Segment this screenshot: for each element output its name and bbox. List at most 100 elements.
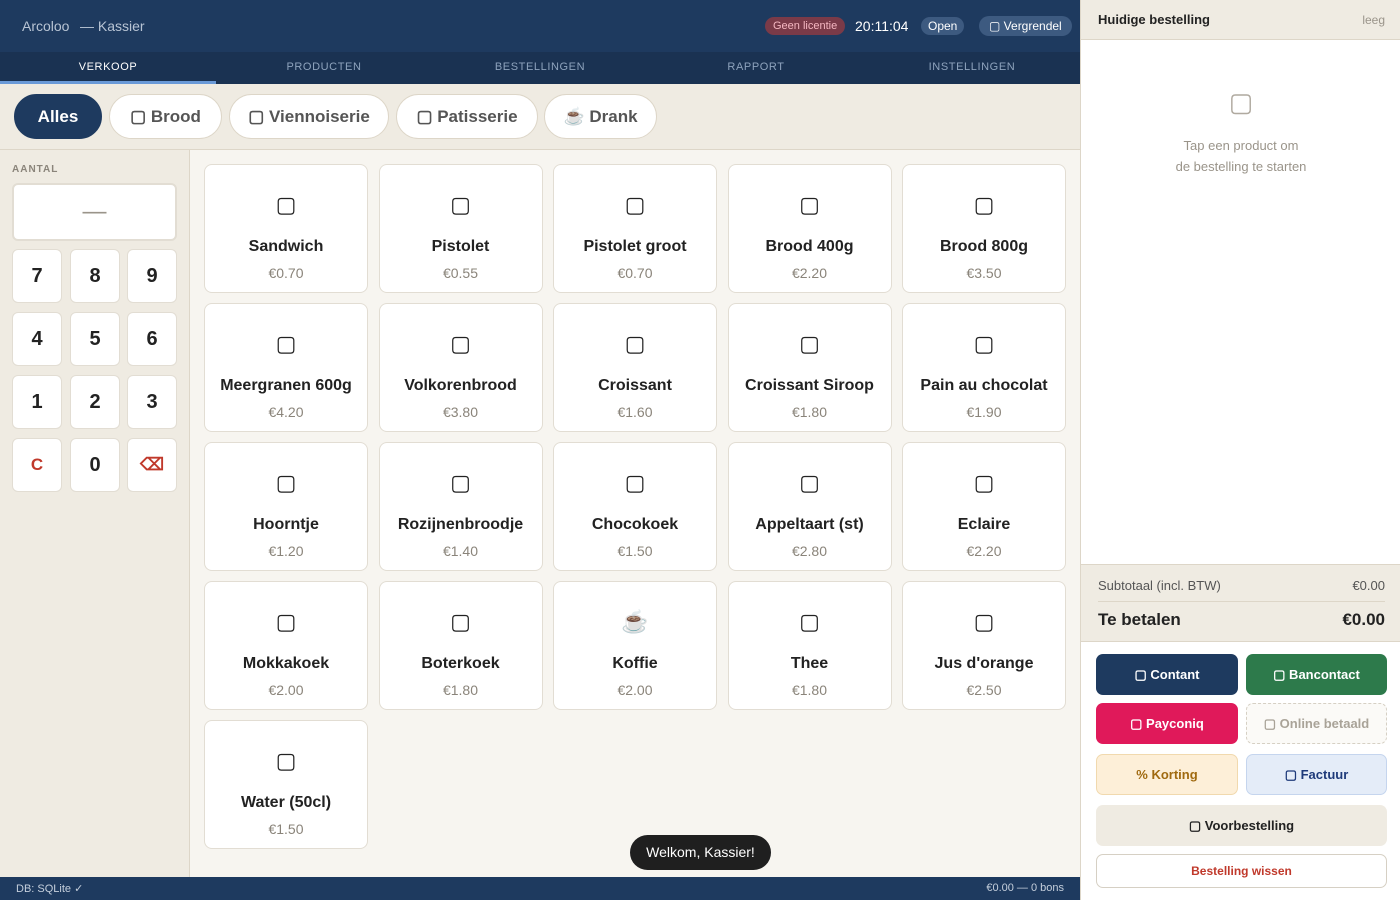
key-8[interactable]: 8 <box>70 249 120 303</box>
product-price: €2.20 <box>791 265 828 281</box>
product-price: €1.80 <box>791 404 828 420</box>
product-name: Water (50cl) <box>240 794 332 811</box>
product-icon: ▢ <box>624 470 646 495</box>
subtotal-label: Subtotaal (incl. BTW) <box>1098 578 1221 593</box>
product-card[interactable]: ▢ Appeltaart (st) €2.80 <box>727 442 892 571</box>
product-card[interactable]: ▢ Croissant €1.60 <box>553 303 717 432</box>
tab-producten[interactable]: PRODUCTEN <box>216 52 432 84</box>
product-name: Thee <box>790 655 829 672</box>
product-card[interactable]: ▢ Pistolet €0.55 <box>378 164 543 293</box>
key-5[interactable]: 5 <box>70 312 120 366</box>
product-card[interactable]: ▢ Rozijnenbroodje €1.40 <box>378 442 543 571</box>
product-card[interactable]: ▢ Thee €1.80 <box>727 581 892 710</box>
key-2[interactable]: 2 <box>70 375 120 429</box>
quantity-label: AANTAL <box>12 164 59 175</box>
product-icon: ▢ <box>450 331 471 356</box>
product-icon: ▢ <box>973 331 995 356</box>
product-name: Rozijnenbroodje <box>397 516 524 533</box>
product-icon: ▢ <box>624 192 646 217</box>
product-icon: ▢ <box>450 470 471 495</box>
preorder-button[interactable]: ▢ Voorbestelling <box>1096 805 1387 846</box>
product-icon: ▢ <box>973 470 995 495</box>
lock-button[interactable]: ▢ Vergrendel <box>979 16 1072 36</box>
product-name: Jus d'orange <box>934 655 1034 672</box>
product-card[interactable]: ☕ Koffie €2.00 <box>553 581 717 710</box>
product-card[interactable]: ▢ Pain au chocolat €1.90 <box>902 303 1066 432</box>
product-card[interactable]: ▢ Meergranen 600g €4.20 <box>204 303 368 432</box>
product-icon: ▢ <box>973 192 995 217</box>
tab-bestellingen[interactable]: BESTELLINGEN <box>432 52 648 84</box>
pay-payconiq-button[interactable]: ▢ Payconiq <box>1096 703 1238 744</box>
product-name: Croissant Siroop <box>745 377 874 394</box>
product-card[interactable]: ▢ Chocokoek €1.50 <box>553 442 717 571</box>
product-price: €3.80 <box>442 404 479 420</box>
product-price: €3.50 <box>966 265 1002 281</box>
quantity-numpad: AANTAL — 7 8 9 4 5 6 1 2 3 C 0 ⌫ <box>0 150 190 877</box>
product-icon: ▢ <box>799 609 820 634</box>
product-name: Volkorenbrood <box>404 377 517 394</box>
product-price: €1.40 <box>442 543 479 559</box>
category-viennoiserie[interactable]: ▢ Viennoiserie <box>229 94 389 139</box>
product-price: €1.80 <box>442 682 479 698</box>
invoice-button[interactable]: ▢ Factuur <box>1246 754 1387 795</box>
product-icon: ☕ <box>621 609 649 634</box>
discount-button[interactable]: % Korting <box>1096 754 1238 795</box>
key-9[interactable]: 9 <box>127 249 177 303</box>
product-price: €0.70 <box>268 265 304 281</box>
product-card[interactable]: ▢ Jus d'orange €2.50 <box>902 581 1066 710</box>
empty-order-message: Tap een product om de bestelling te star… <box>1081 135 1400 177</box>
key-7[interactable]: 7 <box>12 249 62 303</box>
category-alles[interactable]: Alles <box>14 94 102 139</box>
product-card[interactable]: ▢ Sandwich €0.70 <box>204 164 368 293</box>
product-price: €2.50 <box>966 682 1002 698</box>
key-3[interactable]: 3 <box>127 375 177 429</box>
key-0[interactable]: 0 <box>70 438 120 492</box>
product-price: €1.50 <box>617 543 653 559</box>
key-6[interactable]: 6 <box>127 312 177 366</box>
day-summary: €0.00 — 0 bons <box>986 882 1064 894</box>
product-card[interactable]: ▢ Boterkoek €1.80 <box>378 581 543 710</box>
key-backspace[interactable]: ⌫ <box>127 438 177 492</box>
product-icon: ▢ <box>275 748 297 773</box>
product-price: €1.90 <box>966 404 1002 420</box>
product-card[interactable]: ▢ Volkorenbrood €3.80 <box>378 303 543 432</box>
product-card[interactable]: ▢ Brood 400g €2.20 <box>727 164 892 293</box>
product-price: €2.80 <box>791 543 828 559</box>
product-name: Boterkoek <box>421 655 500 672</box>
product-name: Croissant <box>598 377 672 394</box>
product-icon: ▢ <box>799 331 820 356</box>
key-clear[interactable]: C <box>12 438 62 492</box>
product-card[interactable]: ▢ Water (50cl) €1.50 <box>204 720 368 849</box>
status-bar: DB: SQLite ✓ €0.00 — 0 bons <box>0 877 1080 900</box>
top-bar: Arcoloo — Kassier Geen licentie 20:11:04… <box>0 0 1080 52</box>
pay-cash-button[interactable]: ▢ Contant <box>1096 654 1238 695</box>
category-patisserie[interactable]: ▢ Patisserie <box>396 94 538 139</box>
product-name: Eclaire <box>957 516 1011 533</box>
app-brand: Arcoloo <box>22 18 70 34</box>
product-card[interactable]: ▢ Eclaire €2.20 <box>902 442 1066 571</box>
tab-verkoop[interactable]: VERKOOP <box>0 52 216 84</box>
pay-online-button[interactable]: ▢ Online betaald <box>1246 703 1387 744</box>
category-drank[interactable]: ☕ Drank <box>544 94 657 139</box>
product-price: €0.55 <box>442 265 479 281</box>
clear-order-button[interactable]: Bestelling wissen <box>1096 854 1387 888</box>
product-card[interactable]: ▢ Hoorntje €1.20 <box>204 442 368 571</box>
category-brood[interactable]: ▢ Brood <box>109 94 222 139</box>
key-4[interactable]: 4 <box>12 312 62 366</box>
tab-rapport[interactable]: RAPPORT <box>648 52 864 84</box>
product-icon: ▢ <box>450 609 471 634</box>
product-card[interactable]: ▢ Pistolet groot €0.70 <box>553 164 717 293</box>
key-1[interactable]: 1 <box>12 375 62 429</box>
status-badge: Open <box>921 17 965 35</box>
product-card[interactable]: ▢ Mokkakoek €2.00 <box>204 581 368 710</box>
product-card[interactable]: ▢ Brood 800g €3.50 <box>902 164 1066 293</box>
product-card[interactable]: ▢ Croissant Siroop €1.80 <box>727 303 892 432</box>
product-price: €2.00 <box>268 682 304 698</box>
product-icon: ▢ <box>973 609 995 634</box>
tab-instellingen[interactable]: INSTELLINGEN <box>864 52 1080 84</box>
pos-main-area: Arcoloo — Kassier Geen licentie 20:11:04… <box>0 0 1080 900</box>
pay-bancontact-button[interactable]: ▢ Bancontact <box>1246 654 1387 695</box>
product-name: Pain au chocolat <box>920 377 1048 394</box>
product-price: €2.20 <box>966 543 1002 559</box>
product-icon: ▢ <box>799 192 820 217</box>
